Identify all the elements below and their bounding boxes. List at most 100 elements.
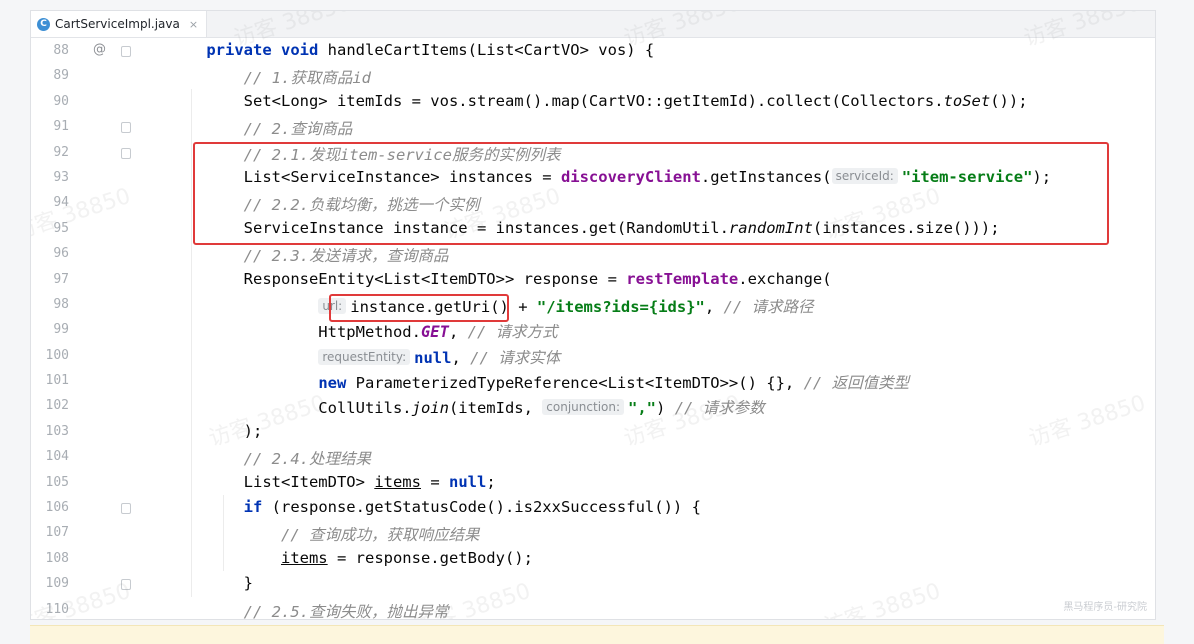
line-number: 105 — [45, 474, 69, 490]
code-token: restTemplate — [626, 269, 739, 288]
code-text: // 2.查询商品 — [169, 117, 353, 139]
code-line[interactable]: 102 CollUtils.join(itemIds, conjunction:… — [31, 393, 1155, 418]
code-line[interactable]: 99 HttpMethod.GET, // 请求方式 — [31, 317, 1155, 342]
code-line[interactable]: 89 // 1.获取商品id — [31, 63, 1155, 88]
code-comment: // 2.5.查询失败，抛出异常 — [243, 602, 449, 620]
fold-marker-icon[interactable] — [121, 122, 131, 134]
code-text: // 2.5.查询失败，抛出异常 — [169, 600, 449, 620]
code-token: null — [448, 472, 487, 491]
code-line[interactable]: 109 } — [31, 571, 1155, 596]
code-line[interactable]: 97 ResponseEntity<List<ItemDTO>> respons… — [31, 267, 1155, 292]
code-line[interactable]: 98 url: instance.getUri() + "/items?ids={… — [31, 292, 1155, 317]
fold-marker-icon[interactable] — [121, 579, 131, 591]
code-comment: // 2.4.处理结果 — [243, 450, 371, 469]
line-number: 107 — [45, 525, 69, 541]
code-comment: // 查询成功，获取响应结果 — [280, 526, 480, 545]
code-token: Set<Long> itemIds = vos.stream().map(Car… — [169, 91, 944, 110]
code-text: if (response.getStatusCode().is2xxSucces… — [169, 498, 701, 516]
code-text: // 1.获取商品id — [169, 66, 371, 88]
code-token: .exchange( — [738, 269, 832, 288]
code-line[interactable]: 104 // 2.4.处理结果 — [31, 444, 1155, 469]
code-editor[interactable]: 88 @ private void handleCartItems(List<Ca… — [31, 38, 1155, 620]
indent-guide — [191, 88, 192, 597]
line-number: 94 — [53, 195, 69, 211]
code-text: List<ItemDTO> items = null; — [169, 473, 496, 491]
code-line[interactable]: 103 ); — [31, 419, 1155, 444]
code-token: items — [374, 472, 421, 491]
code-line[interactable]: 106 if (response.getStatusCode().is2xxSu… — [31, 495, 1155, 520]
line-number: 100 — [45, 347, 69, 363]
line-number: 104 — [45, 449, 69, 465]
line-number: 110 — [45, 601, 69, 617]
code-token: "/items?ids={ids}" — [536, 297, 705, 316]
code-text: requestEntity: null, // 请求实体 — [169, 346, 560, 368]
code-token: join — [411, 399, 449, 418]
code-token: , — [448, 323, 468, 342]
brand-watermark: 黑马程序员-研究院 — [1063, 602, 1147, 613]
code-text: ); — [169, 422, 263, 440]
code-token: if — [243, 498, 272, 517]
line-number: 108 — [45, 550, 69, 566]
line-number: 106 — [45, 500, 69, 516]
line-number: 91 — [53, 119, 69, 135]
line-number: 101 — [45, 373, 69, 389]
editor-window: C CartServiceImpl.java × 88 @ private voi… — [30, 10, 1156, 620]
code-token: handleCartItems(List<CartVO> vos) { — [327, 41, 655, 59]
line-number: 102 — [45, 398, 69, 414]
line-number: 109 — [45, 576, 69, 592]
code-line[interactable]: 101 new ParameterizedTypeReference<List<… — [31, 368, 1155, 393]
close-icon[interactable]: × — [189, 18, 198, 31]
code-token: null — [414, 348, 452, 367]
line-number: 96 — [53, 246, 69, 262]
code-token: = — [420, 472, 449, 491]
code-text: // 2.3.发送请求，查询商品 — [169, 244, 449, 266]
code-token: private void — [206, 41, 328, 59]
override-annotation-icon[interactable]: @ — [93, 42, 106, 57]
note-strip — [30, 625, 1164, 644]
line-number: 88 — [53, 43, 69, 58]
code-token: ()); — [990, 91, 1028, 110]
code-text: HttpMethod.GET, // 请求方式 — [169, 320, 558, 342]
code-token: } — [169, 574, 253, 593]
code-token: GET — [420, 323, 449, 342]
line-number: 95 — [53, 220, 69, 236]
code-token: ) — [656, 399, 675, 418]
code-comment: // 2.3.发送请求，查询商品 — [243, 247, 449, 266]
line-number: 93 — [53, 169, 69, 185]
code-line[interactable]: 105 List<ItemDTO> items = null; — [31, 470, 1155, 495]
code-line[interactable]: 91 // 2.查询商品 — [31, 114, 1155, 139]
line-number: 99 — [53, 322, 69, 338]
code-token: "," — [628, 399, 657, 418]
code-line[interactable]: 108 items = response.getBody(); — [31, 546, 1155, 571]
code-text: // 2.4.处理结果 — [169, 447, 371, 469]
code-line[interactable]: 90 Set<Long> itemIds = vos.stream().map(… — [31, 89, 1155, 114]
fold-marker-icon[interactable] — [121, 147, 131, 159]
fold-marker-icon[interactable] — [121, 46, 131, 57]
code-token: items — [280, 548, 328, 567]
editor-tab-bar: C CartServiceImpl.java × — [31, 11, 1155, 38]
code-text: } — [169, 574, 253, 592]
fold-marker-icon[interactable] — [121, 503, 131, 515]
code-text: private void handleCartItems(List<CartVO… — [169, 41, 654, 59]
code-line[interactable]: 107 // 查询成功，获取响应结果 — [31, 520, 1155, 545]
tab-cartserviceimpl[interactable]: C CartServiceImpl.java × — [31, 11, 208, 37]
indent-guide — [223, 495, 224, 572]
code-token: , — [451, 348, 471, 367]
code-comment: // 返回值类型 — [803, 374, 910, 393]
code-comment: // 2.查询商品 — [243, 120, 353, 139]
code-line[interactable]: 100 requestEntity: null, // 请求实体 — [31, 343, 1155, 368]
code-line[interactable]: 110 // 2.5.查询失败，抛出异常 — [31, 597, 1155, 620]
code-text: Set<Long> itemIds = vos.stream().map(Car… — [169, 92, 1028, 110]
code-token: List<ItemDTO> — [169, 472, 375, 491]
code-line[interactable]: 88 @ private void handleCartItems(List<Ca… — [31, 38, 1155, 63]
code-comment: // 1.获取商品id — [243, 69, 371, 88]
code-comment: // 请求方式 — [467, 323, 558, 342]
code-token: HttpMethod. — [169, 323, 421, 342]
code-text: CollUtils.join(itemIds, conjunction: ",")… — [169, 396, 765, 418]
